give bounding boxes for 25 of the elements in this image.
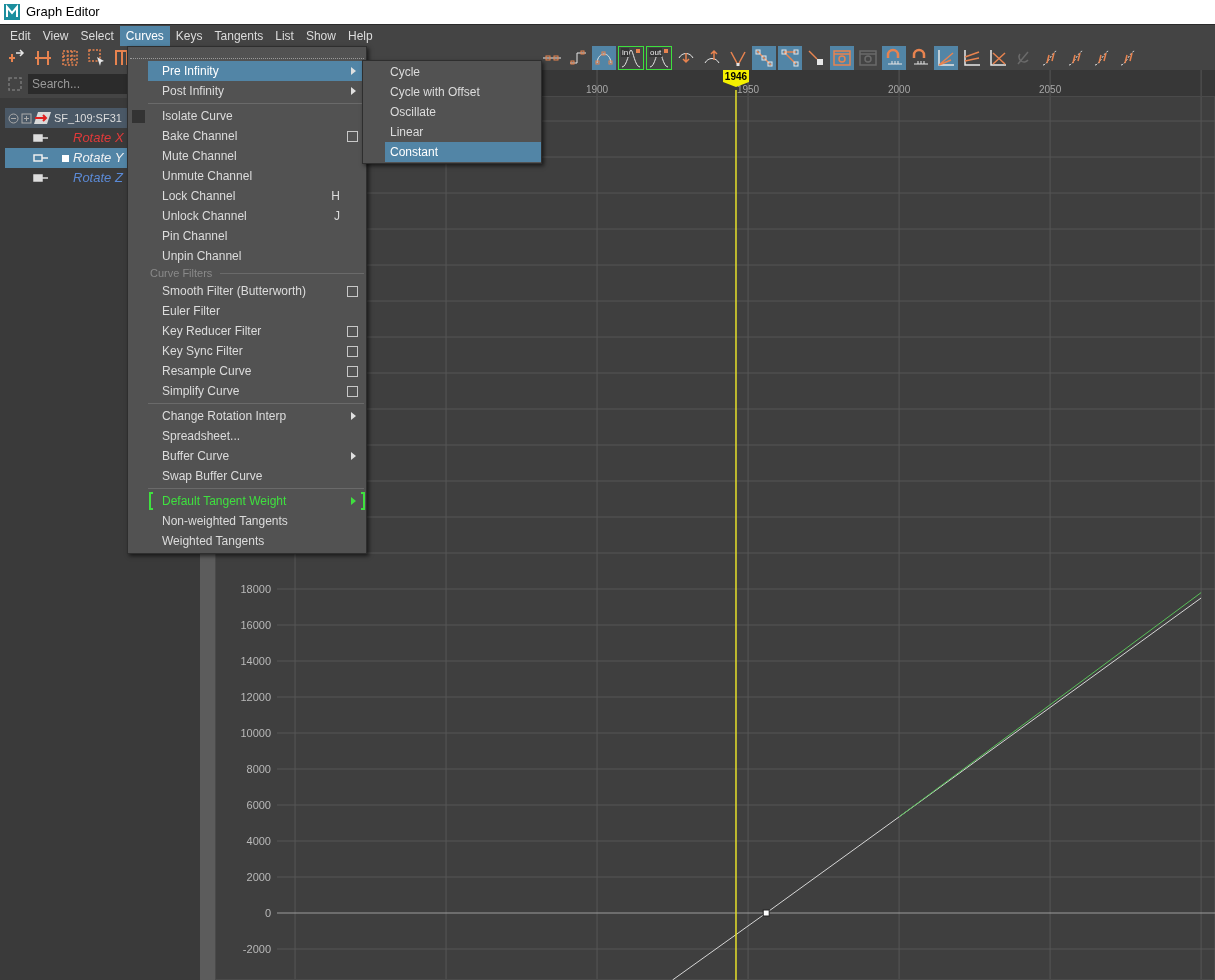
ref-line-label: 1946 <box>724 71 748 82</box>
value-label: 0 <box>264 907 271 919</box>
value-label: -2000 <box>242 943 271 955</box>
object-label: SF_109:SF31 <box>54 110 122 126</box>
tool-label: out <box>649 48 663 57</box>
value-label: 2000 <box>246 871 271 883</box>
value-label: 4000 <box>246 835 271 847</box>
menu-shortcut: H <box>331 188 340 205</box>
frame-label: 2050 <box>1038 84 1062 95</box>
channel-label: Rotate Y <box>73 151 124 165</box>
value-label: 12000 <box>240 691 271 703</box>
value-label: 16000 <box>240 619 271 631</box>
value-label: 18000 <box>240 583 271 595</box>
frame-label: 1900 <box>585 84 609 95</box>
value-label: 10000 <box>240 727 271 739</box>
frame-label: 2000 <box>887 84 911 95</box>
menu-shortcut: J <box>334 208 340 225</box>
channel-label: Rotate X <box>73 131 124 145</box>
value-label: 8000 <box>246 763 271 775</box>
frame-label: 1950 <box>736 84 760 95</box>
value-label: 14000 <box>240 655 271 667</box>
window-title: Graph Editor <box>26 3 100 22</box>
value-label: 6000 <box>246 799 271 811</box>
channel-label: Rotate Z <box>73 171 123 185</box>
tool-label: in <box>621 48 630 57</box>
